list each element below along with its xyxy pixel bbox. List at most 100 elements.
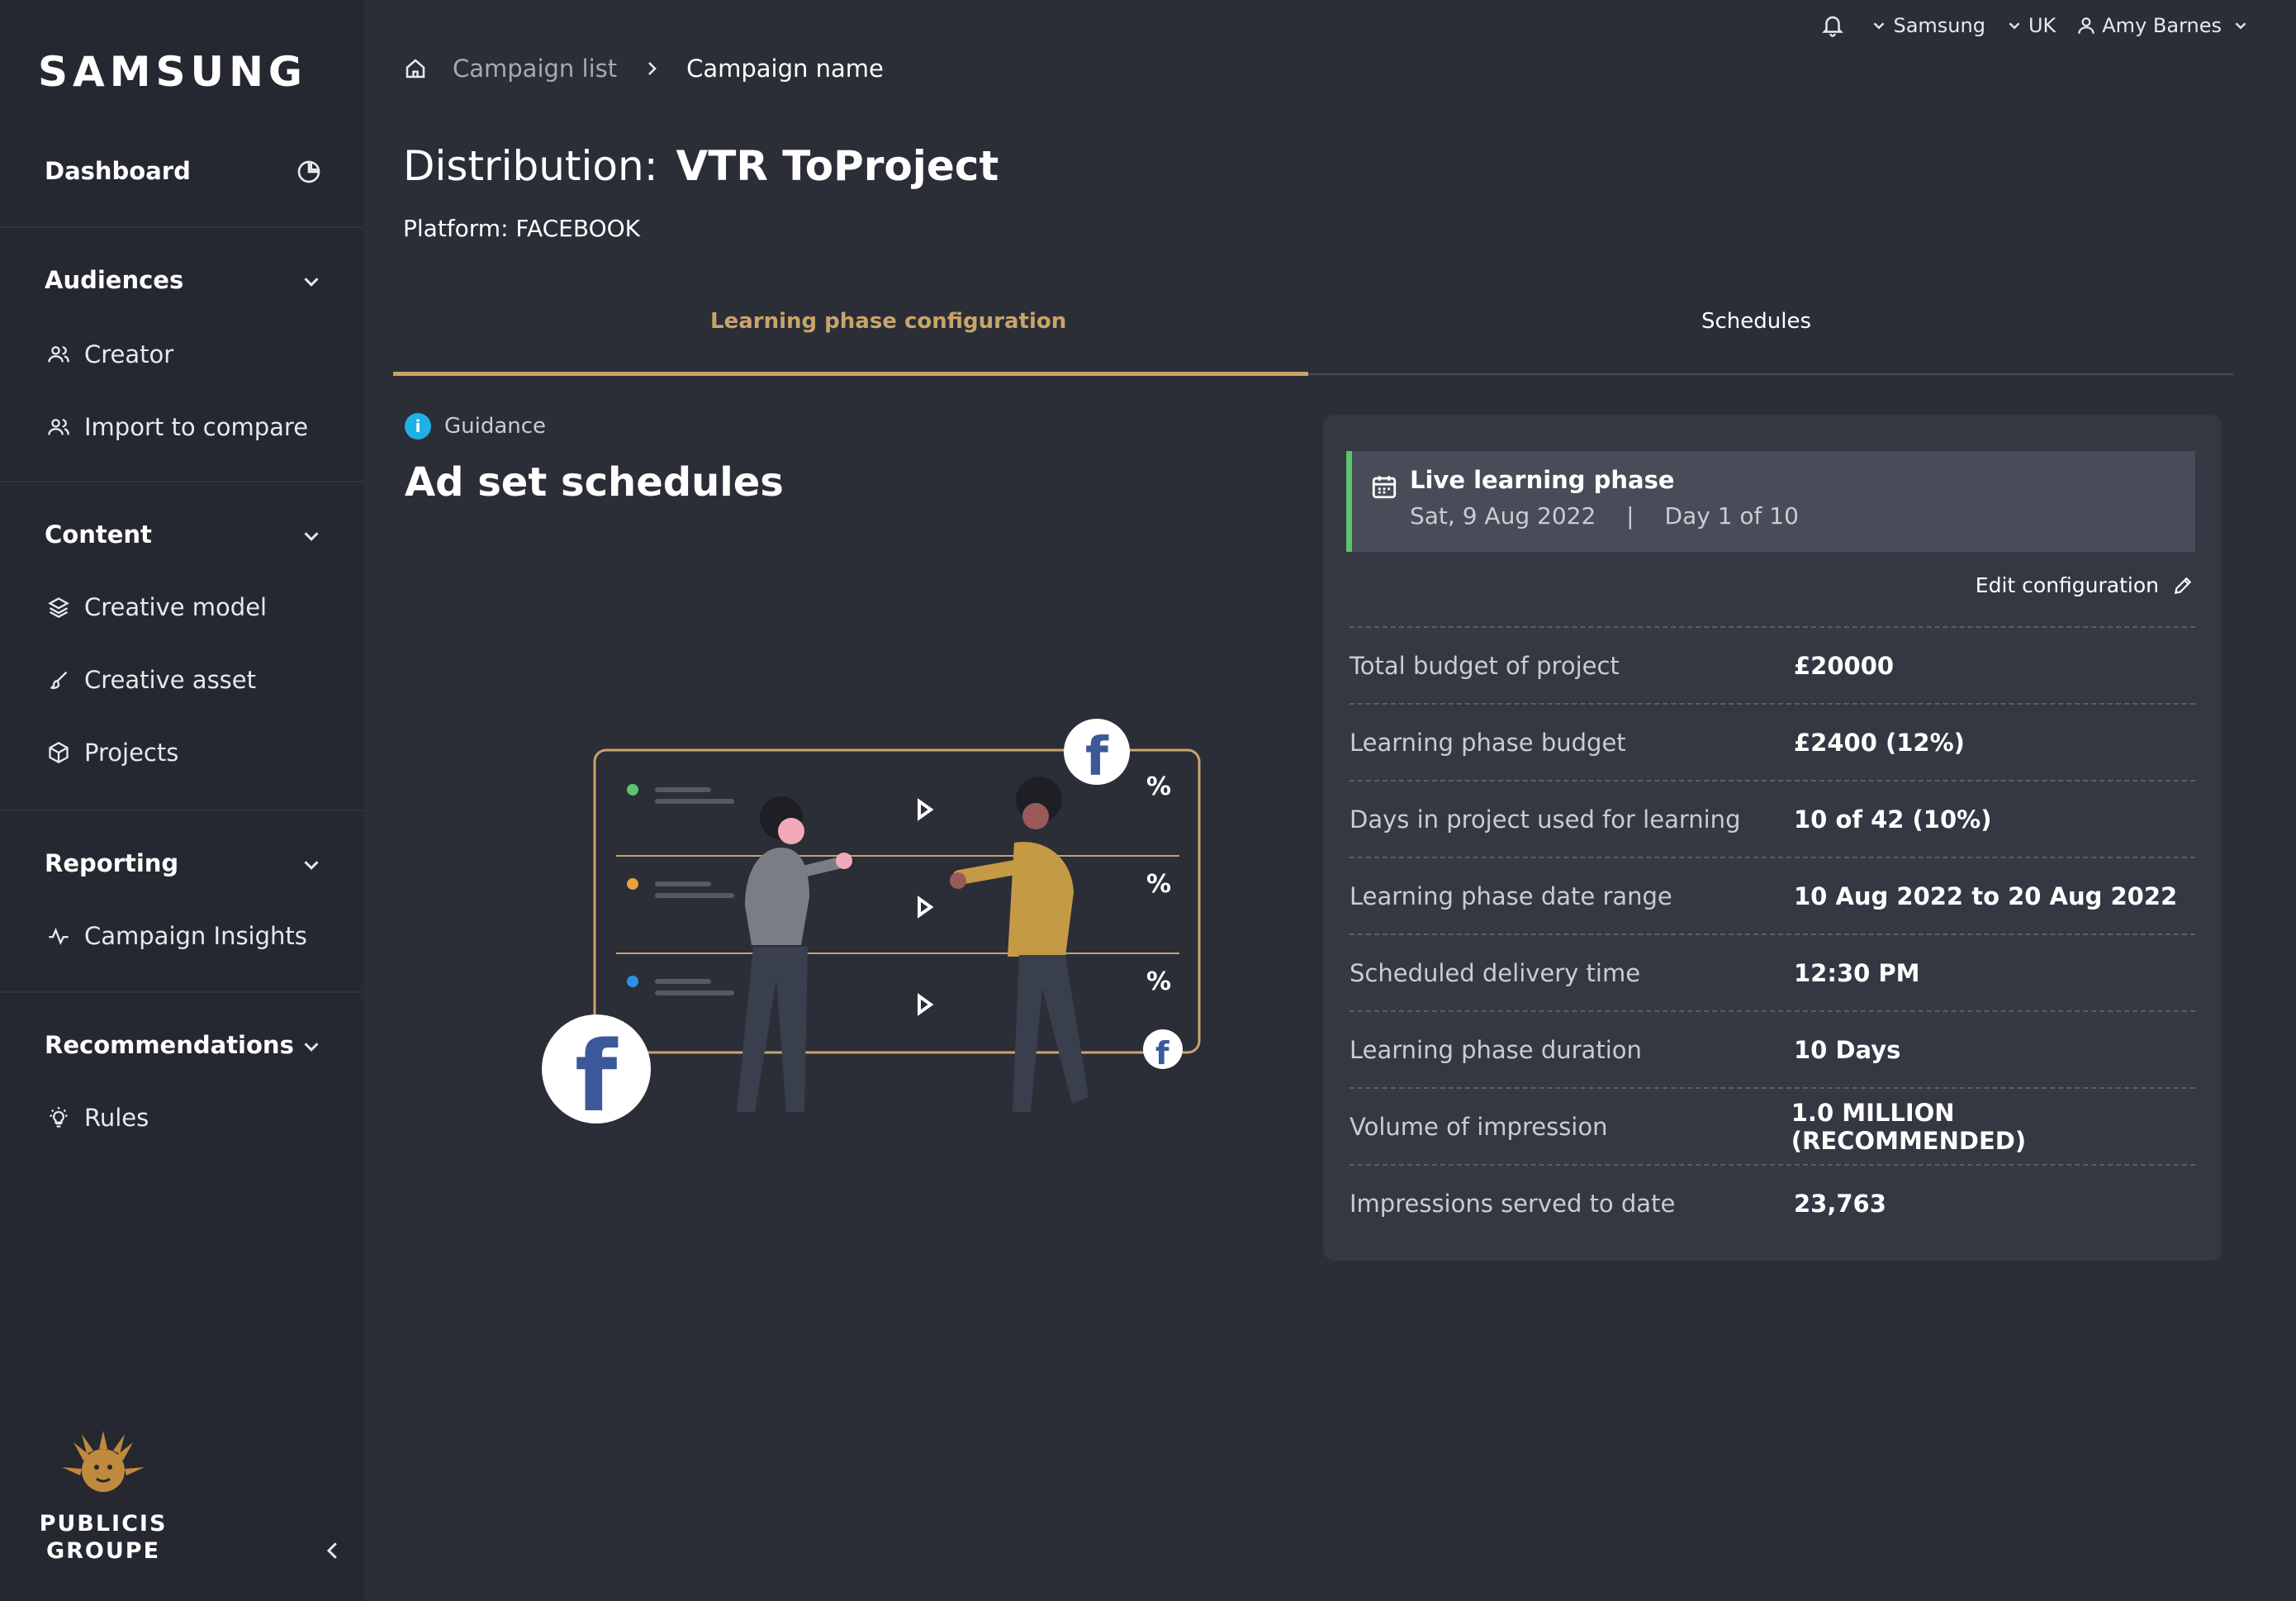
chevron-left-icon[interactable]	[320, 1538, 345, 1563]
page-title: Distribution: VTR ToProject	[403, 142, 999, 190]
nav-head-recommendations[interactable]: Recommendations	[45, 1031, 294, 1059]
pie-chart-icon	[297, 160, 320, 183]
title-prefix: Distribution:	[403, 142, 658, 190]
chevron-down-icon[interactable]	[299, 524, 324, 549]
config-value: 1.0 MILLION (RECOMMENDED)	[1791, 1098, 2027, 1155]
top-bar: Samsung UK Amy Barnes	[1800, 13, 2255, 38]
sidebar-item-campaign-insights[interactable]: Campaign Insights	[45, 915, 307, 957]
nav-section-reporting: Reporting Campaign Insights	[0, 810, 363, 993]
region-selector[interactable]: UK	[2005, 14, 2056, 37]
svg-text:f: f	[1085, 727, 1109, 788]
activity-icon	[45, 922, 73, 950]
title-name: VTR ToProject	[676, 142, 999, 190]
notifications-button[interactable]	[1820, 13, 1850, 38]
breadcrumb: Campaign list Campaign name	[403, 55, 884, 83]
svg-text:%: %	[1146, 772, 1171, 801]
live-date: Sat, 9 Aug 2022	[1410, 502, 1596, 530]
live-separator: |	[1626, 502, 1634, 530]
config-key: Scheduled delivery time	[1350, 958, 1641, 987]
sidebar-item-rules[interactable]: Rules	[45, 1097, 149, 1138]
sidebar-item-label: Projects	[84, 739, 179, 767]
config-key: Learning phase date range	[1350, 881, 1672, 910]
learning-phase-panel: Live learning phase Sat, 9 Aug 2022 | Da…	[1323, 415, 2222, 1261]
config-row: Volume of impression 1.0 MILLION (RECOMME…	[1350, 1087, 2195, 1164]
config-key: Impressions served to date	[1350, 1189, 1676, 1218]
config-row: Total budget of project £20000	[1350, 626, 2195, 703]
config-value: 23,763	[1794, 1189, 1886, 1218]
config-row: Impressions served to date 23,763	[1350, 1164, 2195, 1241]
guidance-label: Guidance	[444, 414, 547, 439]
svg-text:%: %	[1146, 870, 1171, 899]
brush-icon	[45, 666, 73, 694]
home-icon[interactable]	[403, 56, 428, 81]
config-value: 10 Aug 2022 to 20 Aug 2022	[1794, 881, 2178, 910]
guidance-link[interactable]: i Guidance	[405, 413, 546, 439]
chevron-down-icon[interactable]	[299, 269, 324, 294]
config-value: 10 Days	[1794, 1035, 1901, 1064]
nav-head-audiences[interactable]: Audiences	[45, 266, 183, 294]
org-selector[interactable]: Samsung	[1870, 14, 1985, 37]
nav-head-content[interactable]: Content	[45, 520, 152, 549]
sidebar-item-creative-asset[interactable]: Creative asset	[45, 659, 256, 701]
live-day: Day 1 of 10	[1664, 502, 1799, 530]
chevron-right-icon	[648, 62, 657, 75]
layers-icon	[45, 593, 73, 621]
nav-section-recommendations: Recommendations Rules	[0, 991, 363, 1175]
svg-text:f: f	[575, 1019, 619, 1133]
bell-icon	[1822, 16, 1844, 37]
chevron-down-icon	[2235, 22, 2246, 30]
config-key: Learning phase budget	[1350, 728, 1626, 757]
publicis-groupe-logo: PUBLICIS GROUPE	[33, 1428, 173, 1564]
sidebar-item-projects[interactable]: Projects	[45, 732, 178, 773]
tab-schedules[interactable]: Schedules	[1701, 309, 1811, 334]
calendar-icon	[1372, 476, 1397, 499]
sidebar-item-import-to-compare[interactable]: Import to compare	[45, 406, 308, 448]
config-value: £2400 (12%)	[1794, 728, 1965, 757]
chevron-down-icon[interactable]	[299, 853, 324, 877]
edit-configuration-button[interactable]: Edit configuration	[1976, 573, 2194, 597]
tabs: Learning phase configuration Schedules	[393, 281, 2233, 376]
org-label: Samsung	[1893, 14, 1985, 37]
sidebar-item-creative-model[interactable]: Creative model	[45, 587, 267, 628]
user-name: Amy Barnes	[2102, 14, 2222, 37]
tab-learning-phase-configuration[interactable]: Learning phase configuration	[710, 309, 1066, 334]
config-key: Learning phase duration	[1350, 1035, 1642, 1064]
config-row: Scheduled delivery time 12:30 PM	[1350, 934, 2195, 1010]
chevron-down-icon	[1874, 22, 1885, 30]
chevron-down-icon[interactable]	[299, 1034, 324, 1059]
sidebar: SAMSUNG Dashboard Audiences Creator Impo…	[0, 0, 363, 1601]
info-icon: i	[405, 413, 431, 439]
sidebar-item-label: Creative asset	[84, 666, 256, 694]
live-subtitle: Sat, 9 Aug 2022 | Day 1 of 10	[1410, 502, 1799, 530]
breadcrumb-campaign-list[interactable]: Campaign list	[453, 55, 617, 83]
sidebar-item-label: Import to compare	[84, 413, 309, 441]
sidebar-item-creator[interactable]: Creator	[45, 334, 173, 375]
sidebar-item-label: Campaign Insights	[84, 922, 307, 950]
users-icon	[45, 413, 73, 441]
config-value: 10 of 42 (10%)	[1794, 805, 1992, 834]
nav-section-content: Content Creative model Creative asset Pr…	[0, 481, 363, 811]
nav-head-reporting[interactable]: Reporting	[45, 849, 178, 877]
schedule-illustration: %%% f f f	[542, 719, 1201, 1133]
nav-section-audiences: Audiences Creator Import to compare	[0, 226, 363, 482]
users-icon	[45, 340, 73, 368]
user-menu[interactable]: Amy Barnes	[2075, 14, 2255, 37]
box-icon	[45, 739, 73, 767]
nav-dashboard[interactable]: Dashboard	[45, 157, 191, 185]
publicis-line-1: PUBLICIS	[39, 1511, 168, 1537]
user-icon	[2078, 17, 2095, 34]
config-row: Learning phase budget £2400 (12%)	[1350, 703, 2195, 780]
lion-emblem-icon	[62, 1431, 145, 1492]
config-key: Days in project used for learning	[1350, 805, 1741, 834]
platform-label: Platform: FACEBOOK	[403, 215, 641, 242]
region-label: UK	[2028, 14, 2056, 37]
active-tab-indicator	[393, 372, 1308, 376]
svg-text:f: f	[1155, 1035, 1169, 1071]
chevron-down-icon	[2009, 22, 2020, 30]
config-value: 12:30 PM	[1794, 958, 1920, 987]
config-row: Learning phase duration 10 Days	[1350, 1010, 2195, 1087]
config-key: Total budget of project	[1350, 651, 1620, 680]
configuration-list: Total budget of project £20000 Learning p…	[1350, 626, 2195, 1241]
sidebar-item-label: Rules	[84, 1104, 149, 1132]
config-key: Volume of impression	[1350, 1112, 1608, 1141]
